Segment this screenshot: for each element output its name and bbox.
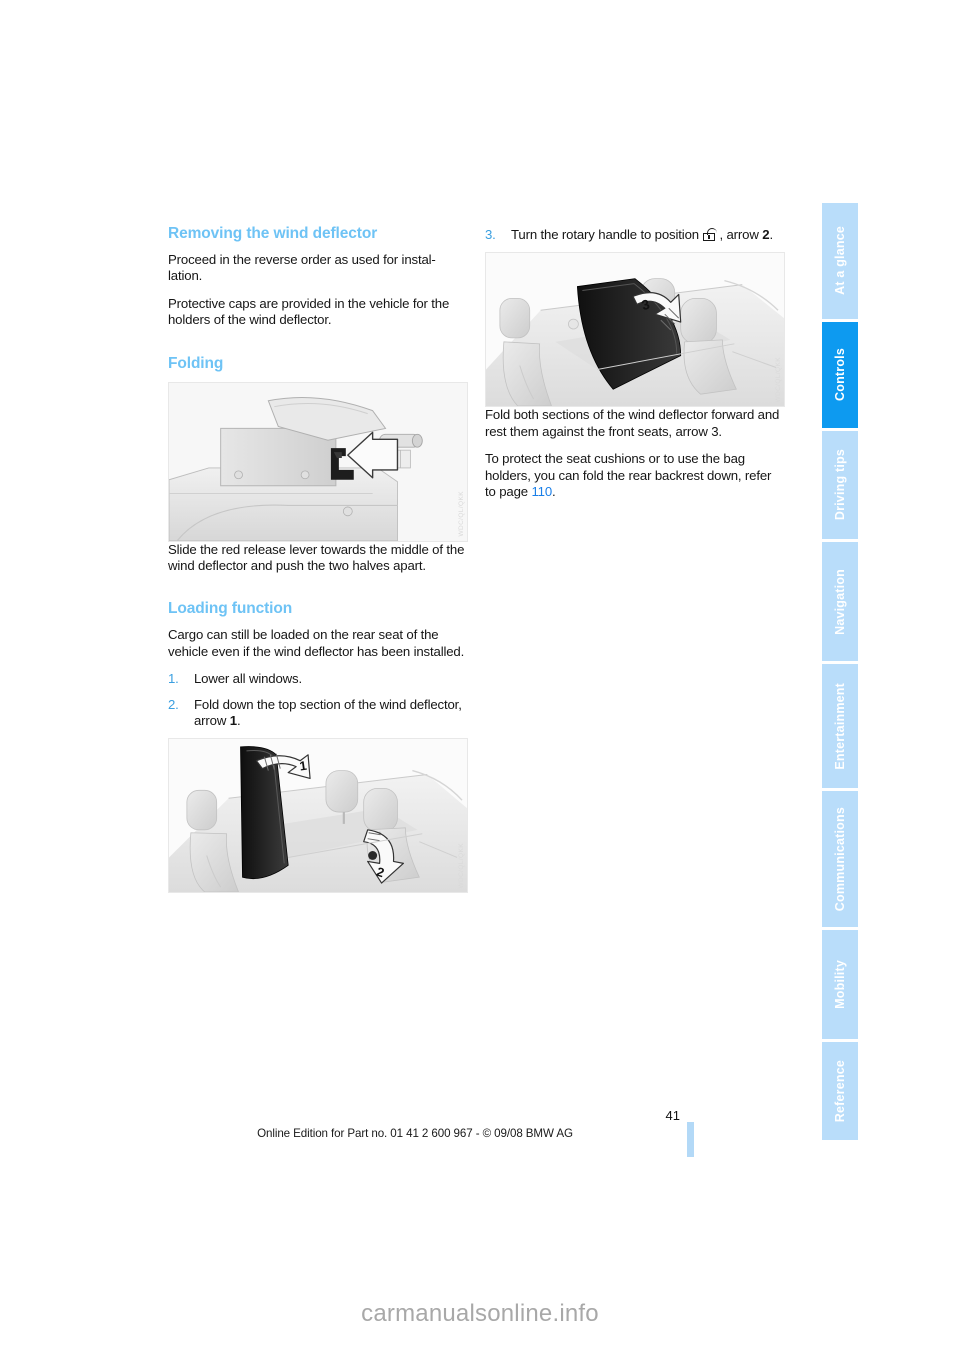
tab-navigation[interactable]: Navigation xyxy=(822,542,858,662)
left-column: Removing the wind deflector Proceed in t… xyxy=(168,225,468,894)
footer-edition-line: Online Edition for Part no. 01 41 2 600 … xyxy=(257,1127,573,1140)
tab-label: Reference xyxy=(833,1059,847,1123)
tab-controls[interactable]: Controls xyxy=(822,321,858,428)
tab-label: At a glance xyxy=(833,226,847,296)
figure-folding-mechanism: WDC/QL/QKK xyxy=(168,381,468,542)
tab-label: Entertainment xyxy=(833,682,847,770)
paragraph-fold-both-sections: Fold both sections of the wind deflector… xyxy=(485,407,780,439)
tab-label: Mobility xyxy=(833,960,847,1010)
list-item: 1. Lower all windows. xyxy=(168,671,468,687)
step-number: 3. xyxy=(485,227,496,242)
folding-illustration xyxy=(169,382,467,541)
rotary-steps-list: 3. Turn the rotary handle to position , a… xyxy=(485,227,785,243)
tab-label: Driving tips xyxy=(833,449,847,521)
tab-mobility[interactable]: Mobility xyxy=(822,930,858,1040)
paragraph-protective-caps: Protective caps are provided in the vehi… xyxy=(168,295,450,328)
paragraph-text: To protect the seat cushions or to use t… xyxy=(485,451,772,500)
page-number: 41 xyxy=(665,1108,680,1123)
paragraph-protect-seat-cushions: To protect the seat cushions or to use t… xyxy=(485,451,785,500)
tab-driving-tips[interactable]: Driving tips xyxy=(822,430,858,540)
tab-label: Communications xyxy=(833,806,847,912)
heading-loading-function: Loading function xyxy=(168,600,293,618)
list-item: 3. Turn the rotary handle to position , a… xyxy=(485,227,785,243)
list-item: 2. Fold down the top section of the wind… xyxy=(168,697,468,730)
figure-image-code: WDC/QL/QKK xyxy=(458,842,465,889)
tab-at-a-glance[interactable]: At a glance xyxy=(822,203,858,319)
paragraph-text-tail: . xyxy=(552,484,556,500)
tab-label: Navigation xyxy=(833,568,847,635)
right-column: 3. Turn the rotary handle to position , a… xyxy=(485,225,785,511)
step-text-tail: . xyxy=(236,713,241,729)
footer-blue-bar xyxy=(687,1122,694,1157)
loading-steps-list: 1. Lower all windows. 2. Fold down the t… xyxy=(168,671,468,729)
rotary-illustration: 3 xyxy=(486,253,784,407)
figure-rotary-handle: 3 WDC/QL/QKK xyxy=(485,252,785,408)
page-reference-link[interactable]: 110 xyxy=(531,484,552,499)
loading-illustration: 1 2 xyxy=(169,739,467,893)
section-tab-strip: At a glance Controls Driving tips Naviga… xyxy=(822,203,858,1141)
step-arrow-number: 1 xyxy=(229,713,237,729)
step-number: 1. xyxy=(168,671,179,687)
open-padlock-icon xyxy=(703,228,718,241)
manual-page: At a glance Controls Driving tips Naviga… xyxy=(0,0,960,1358)
step-text: Lower all windows. xyxy=(194,671,302,687)
tab-entertainment[interactable]: Entertainment xyxy=(822,664,858,788)
figure-image-code: WDC/QL/QKK xyxy=(458,491,465,537)
tab-label: Controls xyxy=(833,348,847,402)
step-number: 2. xyxy=(168,696,179,712)
tab-communications[interactable]: Communications xyxy=(822,790,858,928)
figure-image-code: WDC/QL/QKK xyxy=(775,356,782,403)
step-text-middle: , arrow xyxy=(719,227,763,242)
heading-folding: Folding xyxy=(168,354,224,372)
paragraph-slide-lever: Slide the red release lever towards the … xyxy=(168,541,465,574)
paragraph-reverse-order: Proceed in the reverse order as used for… xyxy=(168,252,436,284)
step-text-tail: . xyxy=(769,227,773,242)
heading-removing-wind-deflector: Removing the wind deflector xyxy=(168,225,378,242)
figure-loading-function: 1 2 WDC/QL/QKK xyxy=(168,738,468,894)
step-text: Turn the rotary handle to position xyxy=(511,227,703,242)
site-watermark: carmanualsonline.info xyxy=(361,1300,599,1327)
tab-reference[interactable]: Reference xyxy=(822,1042,858,1141)
paragraph-cargo: Cargo can still be loaded on the rear se… xyxy=(168,627,465,659)
